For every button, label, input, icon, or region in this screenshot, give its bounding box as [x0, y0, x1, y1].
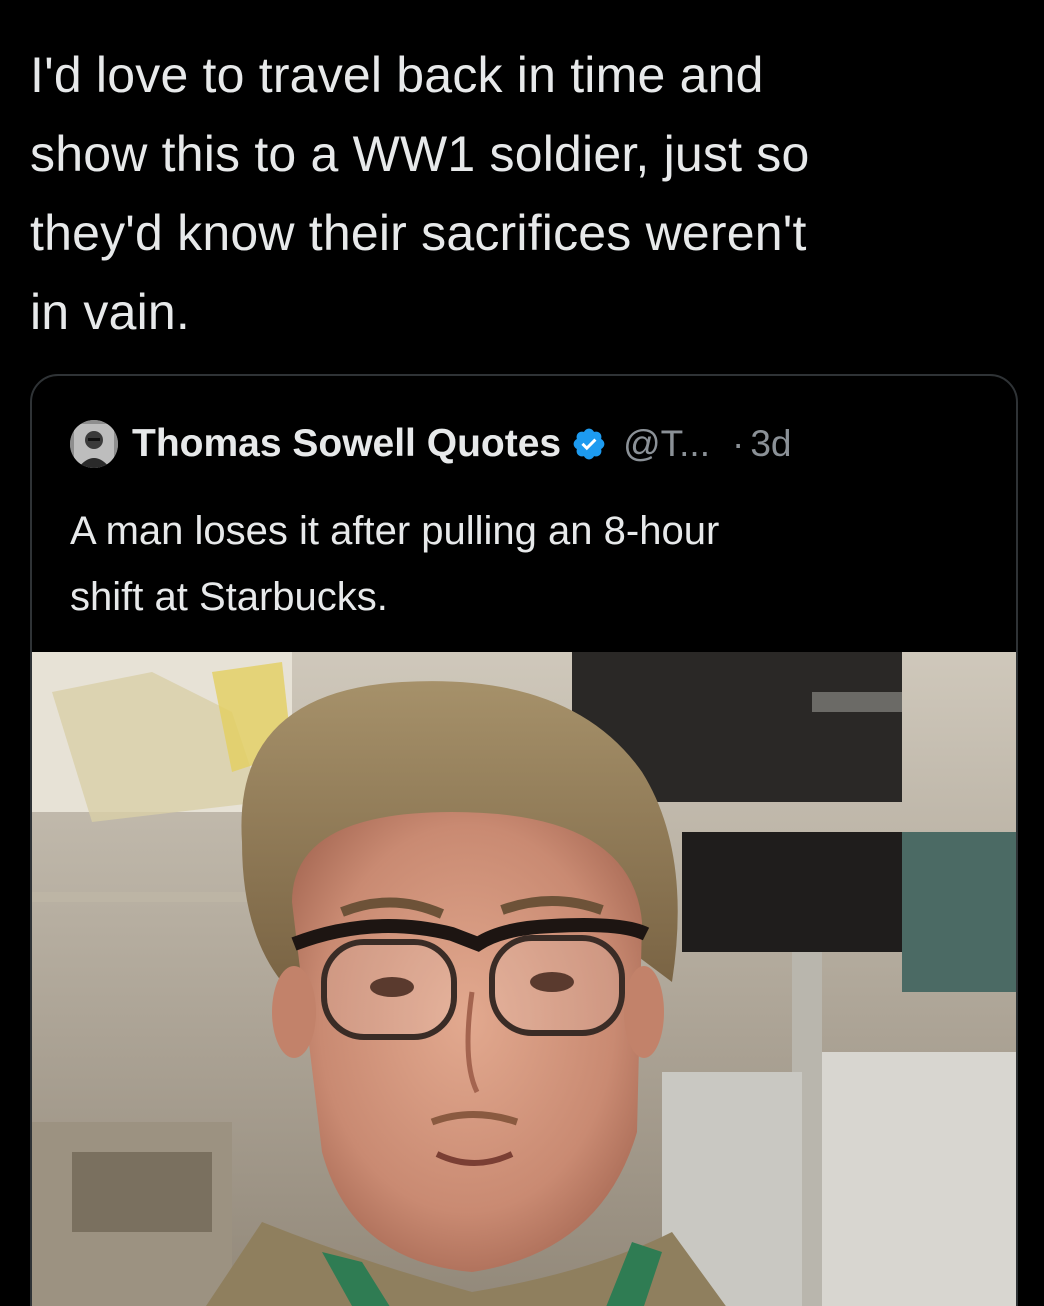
video-thumbnail[interactable] — [32, 652, 1016, 1306]
video-frame-image — [32, 652, 1016, 1306]
verified-badge-icon — [571, 426, 607, 462]
post-timestamp[interactable]: 3d — [750, 423, 791, 465]
quoted-text-line: A man loses it after pulling an 8-hour — [70, 509, 720, 553]
quoted-post-header: Thomas Sowell Quotes @T... · 3d — [70, 420, 791, 468]
author-avatar[interactable] — [70, 420, 118, 468]
post-text-line: show this to a WW1 soldier, just so — [30, 126, 810, 182]
author-handle[interactable]: @T... — [623, 423, 710, 465]
post-text-line: they'd know their sacrifices weren't — [30, 205, 807, 261]
author-name[interactable]: Thomas Sowell Quotes — [132, 422, 561, 466]
post-text-line: in vain. — [30, 284, 191, 340]
post-text: I'd love to travel back in time and show… — [30, 36, 1020, 352]
post-text-line: I'd love to travel back in time and — [30, 47, 764, 103]
quoted-text-line: shift at Starbucks. — [70, 575, 388, 619]
separator-dot: · — [731, 423, 745, 464]
quoted-post-text: A man loses it after pulling an 8-hour s… — [70, 498, 970, 630]
quoted-post-card[interactable]: Thomas Sowell Quotes @T... · 3d A man lo… — [30, 374, 1018, 1306]
